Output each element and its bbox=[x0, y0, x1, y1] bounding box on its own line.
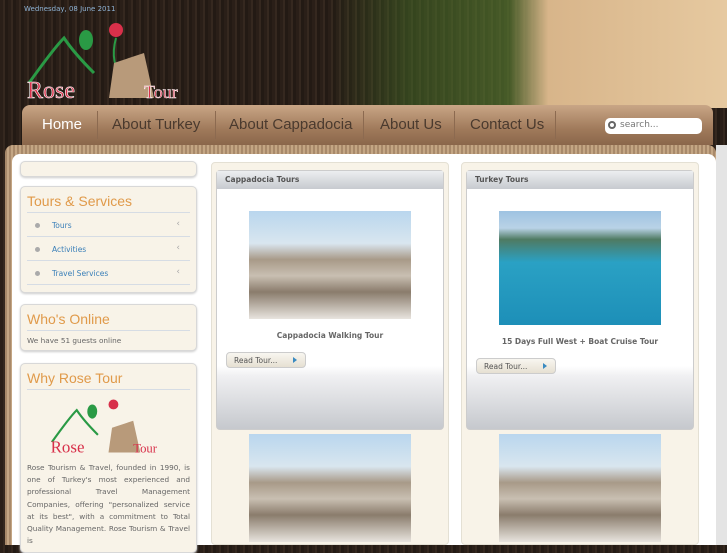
search-placeholder: search... bbox=[620, 120, 659, 130]
tours-services-module: Tours & Services Tours ‹ Activities ‹ Trav… bbox=[20, 186, 197, 293]
bullet-icon bbox=[35, 247, 40, 252]
arrow-right-icon bbox=[543, 363, 547, 369]
cappadocia-image[interactable] bbox=[499, 434, 661, 542]
menu-item-tours[interactable]: Tours ‹ bbox=[27, 213, 190, 237]
button-label: Read Tour... bbox=[484, 362, 528, 371]
nav-divider bbox=[97, 111, 98, 139]
chevron-left-icon: ‹ bbox=[176, 219, 180, 229]
cappadocia-image[interactable] bbox=[249, 434, 411, 542]
whos-online-module: Who's Online We have 51 guests online bbox=[20, 304, 197, 351]
tour-card: Cappadocia Tours Cappadocia Walking Tour… bbox=[216, 170, 444, 430]
nav-divider bbox=[215, 111, 216, 139]
current-date: Wednesday, 08 June 2011 bbox=[24, 5, 116, 13]
nav-about-turkey[interactable]: About Turkey bbox=[112, 116, 200, 133]
card-title: Cappadocia Tours bbox=[217, 171, 443, 189]
svg-text:Rose: Rose bbox=[51, 437, 85, 456]
bullet-icon bbox=[35, 223, 40, 228]
boat-cruise-image[interactable] bbox=[499, 211, 661, 325]
module-title: Why Rose Tour bbox=[27, 370, 190, 390]
button-label: Read Tour... bbox=[234, 356, 278, 365]
read-tour-button[interactable]: Read Tour... bbox=[476, 358, 556, 374]
svg-text:Tour: Tour bbox=[133, 441, 158, 455]
nav-divider bbox=[454, 111, 455, 139]
cappadocia-image[interactable] bbox=[249, 211, 411, 319]
header-decoration-image bbox=[330, 0, 727, 108]
module-title: Who's Online bbox=[27, 311, 190, 331]
cappadocia-tours-column: Cappadocia Tours Cappadocia Walking Tour… bbox=[211, 162, 449, 545]
menu-item-travel-services[interactable]: Travel Services ‹ bbox=[27, 261, 190, 285]
nav-about-us[interactable]: About Us bbox=[380, 116, 442, 133]
nav-about-cappadocia[interactable]: About Cappadocia bbox=[229, 116, 352, 133]
nav-contact-us[interactable]: Contact Us bbox=[470, 116, 544, 133]
menu-item-label: Tours bbox=[52, 221, 72, 230]
rose-tour-logo[interactable]: Rose Tour bbox=[24, 18, 194, 103]
arrow-right-icon bbox=[293, 357, 297, 363]
nav-home[interactable]: Home bbox=[42, 116, 82, 133]
svg-text:Rose: Rose bbox=[27, 78, 75, 103]
menu-item-label: Activities bbox=[52, 245, 87, 254]
rose-tour-logo-small: Rose Tour bbox=[51, 399, 158, 456]
tour-card: Turkey Tours 15 Days Full West + Boat Cr… bbox=[466, 170, 694, 430]
menu-item-activities[interactable]: Activities ‹ bbox=[27, 237, 190, 261]
search-icon bbox=[608, 121, 616, 129]
read-tour-button[interactable]: Read Tour... bbox=[226, 352, 306, 368]
module-title: Tours & Services bbox=[27, 193, 190, 213]
empty-module bbox=[20, 161, 197, 177]
turkey-tours-column: Turkey Tours 15 Days Full West + Boat Cr… bbox=[461, 162, 699, 545]
about-text: Rose Tourism & Travel, founded in 1990, … bbox=[27, 463, 190, 546]
tour-caption[interactable]: 15 Days Full West + Boat Cruise Tour bbox=[467, 337, 693, 346]
page-edge bbox=[716, 145, 727, 545]
chevron-left-icon: ‹ bbox=[176, 267, 180, 277]
bullet-icon bbox=[35, 271, 40, 276]
card-title: Turkey Tours bbox=[467, 171, 693, 189]
nav-divider bbox=[555, 111, 556, 139]
menu-item-label: Travel Services bbox=[52, 269, 109, 278]
search-input[interactable]: search... bbox=[605, 118, 702, 134]
nav-divider bbox=[363, 111, 364, 139]
tour-caption[interactable]: Cappadocia Walking Tour bbox=[217, 331, 443, 340]
why-rose-tour-module: Why Rose Tour Rose Tour Rose Tourism & T… bbox=[20, 363, 197, 553]
online-count: We have 51 guests online bbox=[27, 336, 122, 345]
chevron-left-icon: ‹ bbox=[176, 243, 180, 253]
svg-text:Tour: Tour bbox=[144, 82, 178, 102]
